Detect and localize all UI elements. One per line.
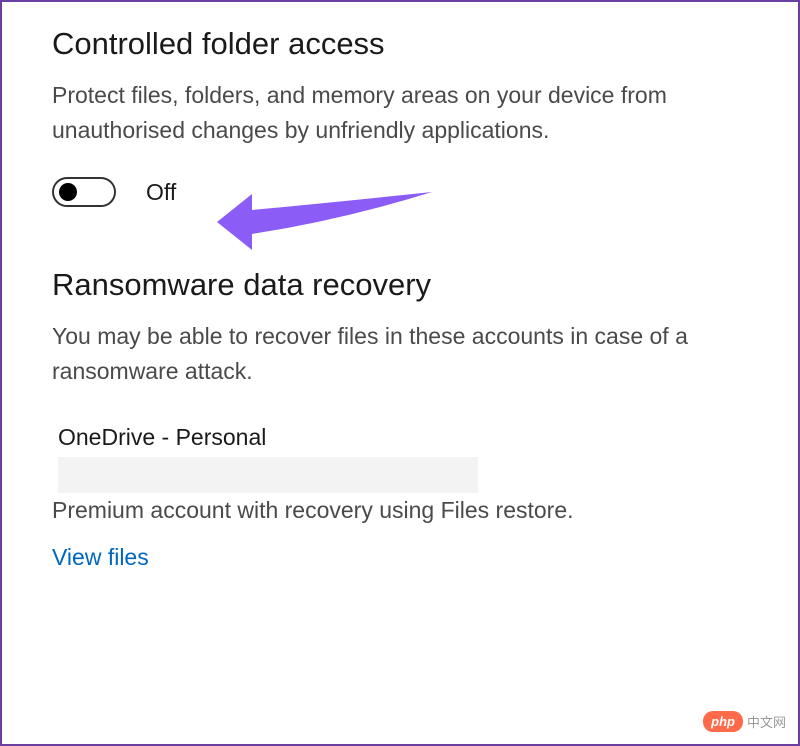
view-files-link[interactable]: View files [52,544,748,571]
redacted-email [58,457,478,493]
watermark: php 中文网 [703,711,786,732]
toggle-row: Off [52,177,748,207]
controlled-folder-access-description: Protect files, folders, and memory areas… [52,78,748,147]
toggle-knob [59,183,77,201]
toggle-state-label: Off [146,179,176,206]
watermark-badge: php [703,711,743,732]
controlled-folder-access-title: Controlled folder access [52,26,748,62]
controlled-folder-access-toggle[interactable] [52,177,116,207]
ransomware-recovery-title: Ransomware data recovery [52,267,748,303]
onedrive-account-name: OneDrive - Personal [58,424,748,451]
ransomware-recovery-description: You may be able to recover files in thes… [52,319,748,388]
watermark-text: 中文网 [747,712,786,731]
account-description: Premium account with recovery using File… [52,497,748,524]
